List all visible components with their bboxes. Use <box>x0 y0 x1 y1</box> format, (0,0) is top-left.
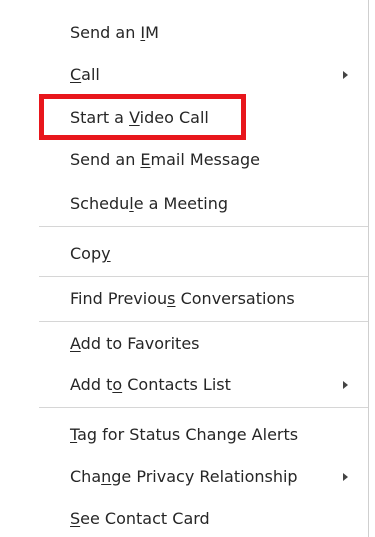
menu-item-send-im[interactable]: Send an IM <box>0 14 368 51</box>
menu-item-add-to-favorites[interactable]: Add to Favorites <box>0 325 368 362</box>
submenu-arrow-icon <box>343 472 348 481</box>
menu-item-label: Send an Email Message <box>70 150 261 169</box>
menu-separator <box>39 226 368 227</box>
menu-item-label: Start a Video Call <box>70 108 209 127</box>
menu-item-label: Add to Favorites <box>70 334 200 353</box>
menu-item-tag-status-alerts[interactable]: Tag for Status Change Alerts <box>0 416 368 453</box>
menu-item-see-contact-card[interactable]: See Contact Card <box>0 500 368 537</box>
menu-separator <box>39 276 368 277</box>
menu-item-label: Send an IM <box>70 23 159 42</box>
menu-item-label: See Contact Card <box>70 509 210 528</box>
submenu-arrow-icon <box>343 380 348 389</box>
menu-item-label: Change Privacy Relationship <box>70 467 298 486</box>
menu-item-label: Schedule a Meeting <box>70 194 229 213</box>
menu-item-change-privacy-relationship[interactable]: Change Privacy Relationship <box>0 458 368 495</box>
menu-item-label: Add to Contacts List <box>70 375 231 394</box>
menu-item-add-to-contacts-list[interactable]: Add to Contacts List <box>0 366 368 403</box>
menu-item-label: Copy <box>70 244 111 263</box>
submenu-arrow-icon <box>343 70 348 79</box>
menu-item-schedule-meeting[interactable]: Schedule a Meeting <box>0 185 368 222</box>
menu-item-send-email[interactable]: Send an Email Message <box>0 141 368 178</box>
menu-separator <box>39 407 368 408</box>
menu-item-label: Call <box>70 65 100 84</box>
contact-context-menu: Send an IM Call Start a Video Call Send … <box>0 0 375 537</box>
menu-item-label: Tag for Status Change Alerts <box>70 425 299 444</box>
menu-separator <box>39 321 368 322</box>
menu-item-label: Find Previous Conversations <box>70 289 295 308</box>
menu-item-call[interactable]: Call <box>0 56 368 93</box>
menu-item-start-video-call[interactable]: Start a Video Call <box>0 99 368 136</box>
menu-item-copy[interactable]: Copy <box>0 235 368 272</box>
menu-item-find-previous-conversations[interactable]: Find Previous Conversations <box>0 280 368 317</box>
